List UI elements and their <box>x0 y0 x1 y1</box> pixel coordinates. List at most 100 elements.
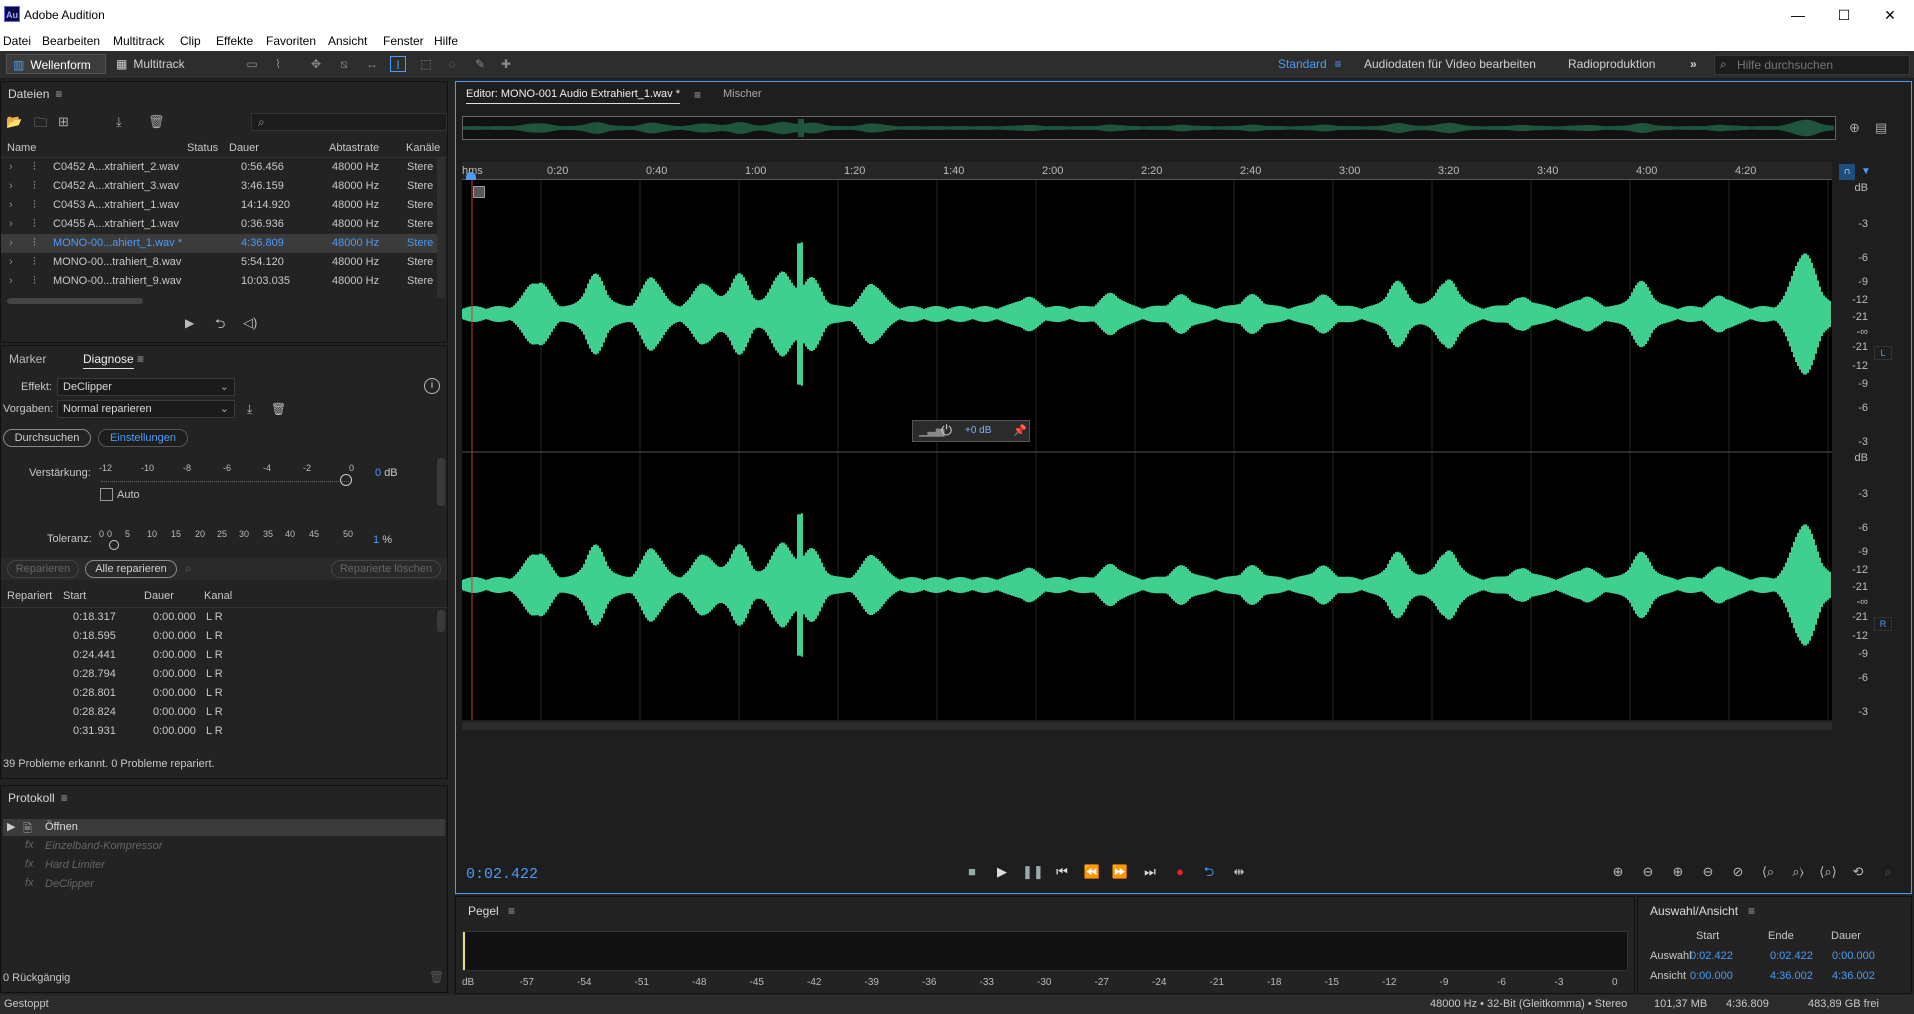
time-ruler[interactable]: hms 0:20 0:40 1:00 1:20 1:40 2:00 2:20 2:40 3:00… <box>462 162 1832 180</box>
selection-duration[interactable]: 0:00.000 <box>1832 950 1875 962</box>
panel-menu-icon[interactable]: ≡ <box>55 87 62 101</box>
file-row[interactable]: › ⫶ MONO-00...trahiert_8.wav 5:54.120 48000 … <box>1 253 441 272</box>
tolerance-slider-handle[interactable] <box>109 540 119 550</box>
close-button[interactable]: ✕ <box>1867 0 1913 31</box>
play-icon[interactable]: ▶ <box>992 862 1012 882</box>
menu-ansicht[interactable]: Ansicht <box>328 34 367 48</box>
marker-icon[interactable]: ▼ <box>1858 164 1874 180</box>
col-duration[interactable]: Dauer <box>229 142 259 154</box>
overview-bar[interactable] <box>462 116 1836 140</box>
level-meter[interactable] <box>462 931 1628 971</box>
scan-button[interactable]: Durchsuchen <box>3 429 91 447</box>
zoom-icon[interactable]: ⌕ <box>185 561 192 576</box>
file-row[interactable]: › ⫶ C0452 A...xtrahiert_2.wav 0:56.456 48000… <box>1 158 441 177</box>
expand-icon[interactable]: › <box>9 199 13 211</box>
files-hscrollbar[interactable] <box>7 298 143 304</box>
expand-icon[interactable]: › <box>9 161 13 173</box>
menu-effekte[interactable]: Effekte <box>216 34 253 48</box>
waveform-hscrollbar[interactable] <box>462 722 1832 730</box>
editor-tab[interactable]: Editor: MONO-001 Audio Extrahiert_1.wav … <box>466 88 680 104</box>
expand-icon[interactable]: › <box>9 237 13 249</box>
zoom-disabled-icon[interactable]: ⌕ <box>1878 862 1898 882</box>
gain-knob-icon[interactable]: ⏻ <box>941 422 952 439</box>
fade-in-handle[interactable] <box>473 186 485 198</box>
file-row[interactable]: › ⫶ C0455 A...xtrahiert_1.wav 0:36.936 48000… <box>1 215 441 234</box>
col-rate[interactable]: Abtastrate <box>329 142 379 154</box>
time-selection-tool-icon[interactable]: I <box>390 56 406 72</box>
workspace-radio[interactable]: Radioproduktion <box>1562 54 1661 74</box>
files-scrollbar[interactable] <box>437 158 445 298</box>
panel-menu-icon[interactable]: ≡ <box>137 352 144 366</box>
open-file-icon[interactable]: 📂 <box>6 114 22 130</box>
zoom-in-time-icon[interactable]: ⊕ <box>1668 862 1688 882</box>
repair-row[interactable]: 0:28.824 0:00.000 L R <box>1 703 441 722</box>
save-preset-icon[interactable]: ⤓ <box>247 402 252 417</box>
autoplay-icon[interactable]: ◁) <box>243 315 257 331</box>
col-status[interactable]: Status <box>187 142 218 154</box>
col-channel[interactable]: Kanal <box>204 590 232 602</box>
help-search-input[interactable] <box>1737 57 1905 73</box>
snap-icon[interactable]: ∩ <box>1839 164 1855 180</box>
waveform-display[interactable]: ▁▃▅ ⏻ +0 dB 📌 <box>461 180 1832 720</box>
history-item[interactable]: fx Hard Limiter <box>3 857 445 874</box>
show-hud-icon[interactable]: ▤ <box>1875 120 1887 136</box>
repair-row[interactable]: 0:31.931 0:00.000 L R <box>1 722 441 741</box>
import-file-icon[interactable]: 🗀 <box>34 114 47 136</box>
history-item-current[interactable]: ▶ 🗎 Öffnen <box>3 819 445 836</box>
file-row[interactable]: › ⫶ MONO-00...trahiert_9.wav 10:03.035 48000… <box>1 272 441 291</box>
file-row-selected[interactable]: › ⫶ MONO-00...ahiert_1.wav * 4:36.809 48000 … <box>1 234 441 253</box>
menu-clip[interactable]: Clip <box>180 34 201 48</box>
multitrack-view-button[interactable]: ▦ Multitrack <box>110 54 200 74</box>
menu-fenster[interactable]: Fenster <box>383 34 424 48</box>
col-start[interactable]: Start <box>63 590 86 602</box>
gain-slider-track[interactable] <box>101 476 349 482</box>
skip-to-end-icon[interactable]: ⏭ <box>1140 862 1160 882</box>
rewind-icon[interactable]: ⏪ <box>1082 862 1102 882</box>
mixer-tab[interactable]: Mischer <box>723 88 762 100</box>
waveform-view-button[interactable]: ▥ Wellenform <box>6 54 106 74</box>
col-repaired[interactable]: Repariert <box>7 590 52 602</box>
record-icon[interactable]: ● <box>1170 862 1190 882</box>
zoom-in-amplitude-icon[interactable]: ⊕ <box>1608 862 1628 882</box>
panel-menu-icon[interactable]: ≡ <box>694 88 701 102</box>
zoom-out-point-icon[interactable]: ⌕⟩ <box>1788 862 1808 882</box>
selection-start[interactable]: 0:02.422 <box>1690 950 1733 962</box>
minimize-button[interactable]: — <box>1775 0 1821 31</box>
move-tool-icon[interactable]: ✥ <box>308 56 324 72</box>
auto-checkbox[interactable] <box>100 488 113 501</box>
pin-icon[interactable]: 📌 <box>1013 424 1027 437</box>
zoom-out-amplitude-icon[interactable]: ⊖ <box>1638 862 1658 882</box>
channel-right-toggle[interactable]: R <box>1874 617 1892 631</box>
expand-icon[interactable]: › <box>9 256 13 268</box>
history-item[interactable]: fx DeClipper <box>3 876 445 893</box>
gain-readout[interactable]: 0 dB <box>375 467 398 479</box>
menu-favoriten[interactable]: Favoriten <box>266 34 316 48</box>
file-row[interactable]: › ⫶ C0453 A...xtrahiert_1.wav 14:14.920 4800… <box>1 196 441 215</box>
repair-row[interactable]: 0:28.801 0:00.000 L R <box>1 684 441 703</box>
menu-datei[interactable]: Datei <box>3 34 31 48</box>
history-item[interactable]: fx Einzelband-Kompressor <box>3 838 445 855</box>
brush-tool-icon[interactable]: ✎ <box>472 56 488 72</box>
pause-icon[interactable]: ❚❚ <box>1022 862 1044 882</box>
files-search-input[interactable]: ⌕ <box>251 113 447 131</box>
repair-row[interactable]: 0:18.595 0:00.000 L R <box>1 627 441 646</box>
menu-bearbeiten[interactable]: Bearbeiten <box>42 34 100 48</box>
expand-icon[interactable]: › <box>9 218 13 230</box>
file-row[interactable]: › ⫶ C0452 A...xtrahiert_3.wav 3:46.159 48000… <box>1 177 441 196</box>
new-file-icon[interactable]: ⊞ <box>58 114 69 130</box>
more-workspaces-button[interactable]: » <box>1684 54 1703 74</box>
repair-all-button[interactable]: Alle reparieren <box>85 560 177 578</box>
zoom-in-point-icon[interactable]: ⟨⌕ <box>1758 862 1778 882</box>
workspace-menu-icon[interactable]: ≡ <box>1330 56 1346 72</box>
skip-selection-icon[interactable]: ⇹ <box>1229 862 1249 882</box>
help-search-box[interactable]: ⌕ <box>1714 55 1910 75</box>
zoom-selection-icon[interactable]: ⟨⌕⟩ <box>1818 862 1838 882</box>
insert-into-multitrack-icon[interactable]: ⤓ <box>116 114 122 130</box>
panel-menu-icon[interactable]: ≡ <box>61 791 68 805</box>
gain-hud[interactable]: ▁▃▅ ⏻ +0 dB 📌 <box>912 420 1030 442</box>
current-time[interactable]: 0:02.422 <box>466 866 538 883</box>
loop-icon[interactable]: ⮌ <box>1199 862 1219 882</box>
fast-forward-icon[interactable]: ⏩ <box>1110 862 1130 882</box>
panel-menu-icon[interactable]: ≡ <box>1748 904 1755 918</box>
delete-history-icon[interactable]: 🗑 <box>429 970 444 984</box>
